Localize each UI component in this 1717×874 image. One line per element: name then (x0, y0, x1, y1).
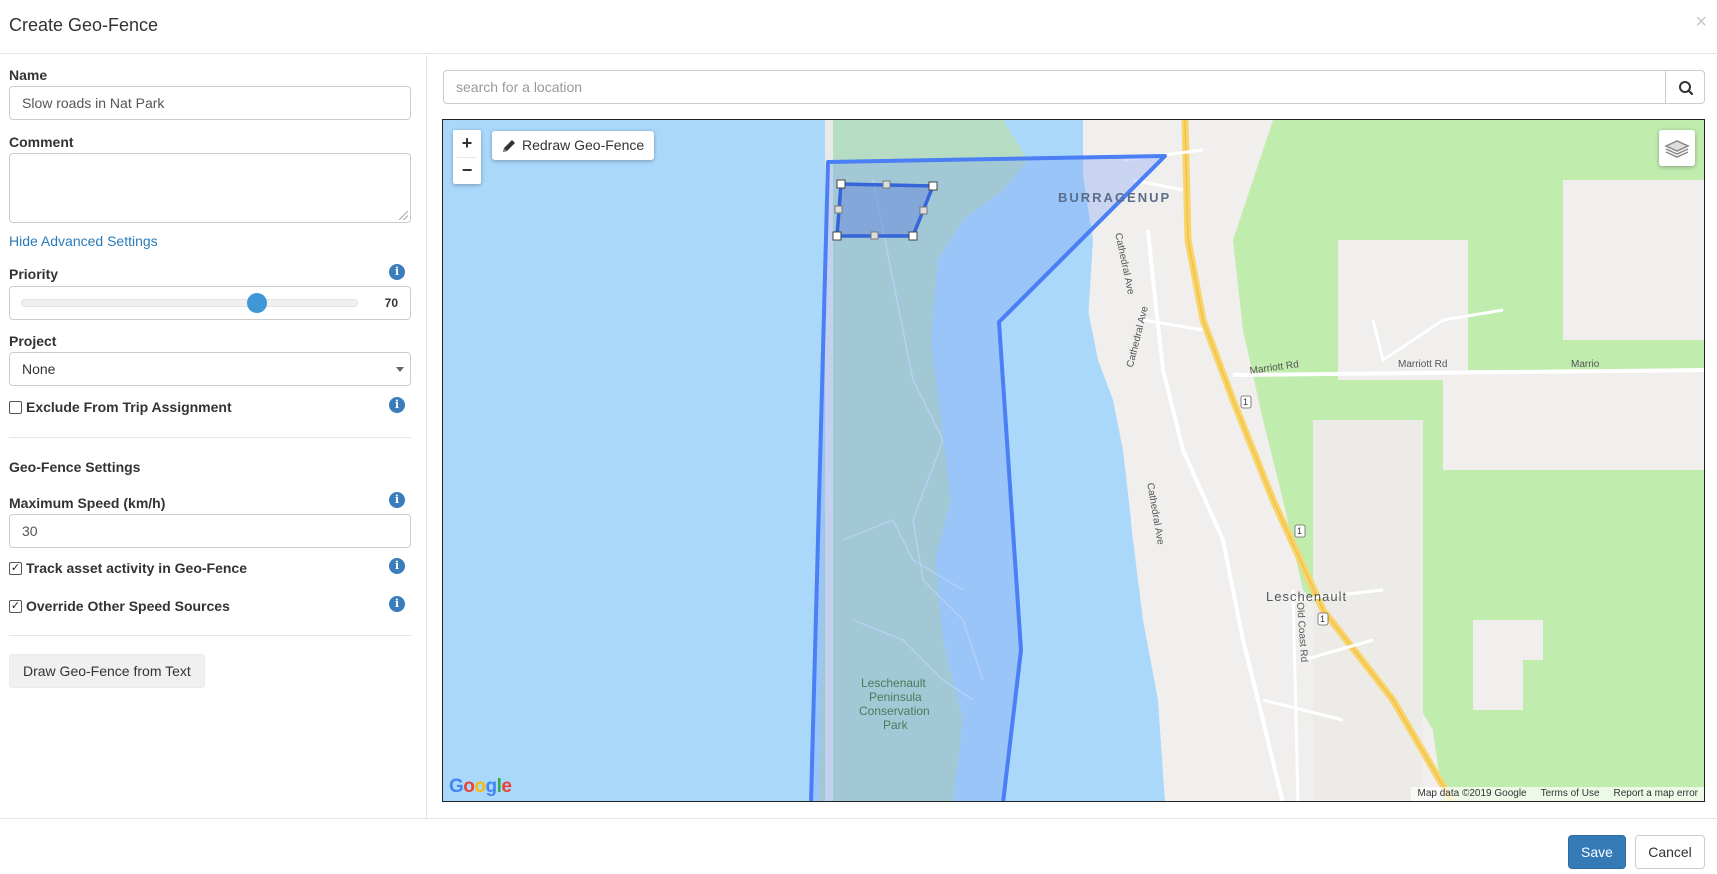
max-speed-input[interactable]: 30 (9, 514, 411, 548)
track-activity-checkbox[interactable]: ✓ (9, 562, 22, 575)
draw-from-text-button[interactable]: Draw Geo-Fence from Text (9, 654, 205, 688)
map-layers-button[interactable] (1659, 130, 1695, 166)
map-data-text: Map data ©2019 Google (1417, 788, 1527, 799)
save-button[interactable]: Save (1568, 835, 1626, 869)
max-speed-info-icon[interactable]: i (389, 492, 405, 508)
project-select[interactable]: None (9, 352, 411, 386)
close-icon[interactable]: × (1695, 12, 1707, 32)
map-attribution: Map data ©2019 Google Terms of Use Repor… (1411, 787, 1704, 801)
redraw-geofence-label: Redraw Geo-Fence (522, 137, 645, 153)
exclude-trip-checkbox[interactable] (9, 401, 22, 414)
comment-textarea[interactable] (9, 153, 411, 223)
track-activity-label: Track asset activity in Geo-Fence (26, 560, 247, 576)
override-speed-label: Override Other Speed Sources (26, 598, 230, 614)
pencil-icon (503, 140, 515, 152)
override-info-icon[interactable]: i (389, 596, 405, 612)
map-label-park-2: Peninsula (869, 690, 922, 704)
map-canvas[interactable]: BURRAGENUP Leschenault Leschenault Penin… (442, 119, 1705, 802)
priority-slider: 70 (9, 286, 411, 320)
priority-info-icon[interactable]: i (389, 264, 405, 280)
name-label: Name (9, 67, 48, 83)
google-logo: Google (449, 776, 512, 797)
redraw-geofence-button[interactable]: Redraw Geo-Fence (492, 131, 655, 160)
layers-icon (1664, 140, 1690, 158)
caret-down-icon (396, 367, 404, 372)
map-label-marriott-3: Marrio (1571, 359, 1600, 370)
slider-handle[interactable] (246, 293, 267, 313)
route-shield-1: 1 (1243, 397, 1249, 407)
location-search-input[interactable]: search for a location (443, 70, 1666, 104)
zoom-in-button[interactable]: + (453, 130, 481, 157)
divider (9, 437, 411, 438)
hide-advanced-settings-link[interactable]: Hide Advanced Settings (9, 233, 158, 249)
map-label-park-1: Leschenault (861, 676, 926, 690)
priority-value: 70 (384, 296, 398, 310)
dialog-header: Create Geo-Fence × (0, 0, 1717, 54)
route-shield-3: 1 (1320, 614, 1326, 624)
project-label: Project (9, 333, 57, 349)
project-selected-value: None (22, 361, 56, 377)
exclude-info-icon[interactable]: i (389, 397, 405, 413)
zoom-controls: + − (453, 130, 481, 184)
divider (9, 635, 411, 636)
settings-panel: Name Slow roads in Nat Park Comment Hide… (0, 55, 427, 818)
max-speed-label: Maximum Speed (km/h) (9, 495, 166, 511)
route-shield-2: 1 (1297, 526, 1303, 536)
comment-label: Comment (9, 134, 74, 150)
dialog-footer: Save Cancel (0, 818, 1717, 874)
exclude-trip-label: Exclude From Trip Assignment (26, 399, 232, 415)
map-base (443, 120, 1704, 801)
cancel-button[interactable]: Cancel (1635, 835, 1705, 869)
map-label-leschenault: Leschenault (1266, 589, 1348, 604)
location-search: search for a location (443, 70, 1705, 104)
map-label-park-3: Conservation (859, 704, 930, 718)
priority-label: Priority (9, 266, 59, 282)
geofence-settings-heading: Geo-Fence Settings (9, 459, 141, 475)
map-label-park-4: Park (883, 718, 908, 732)
map-label-burragenup: BURRAGENUP (1058, 190, 1172, 205)
track-info-icon[interactable]: i (389, 558, 405, 574)
report-error-link[interactable]: Report a map error (1614, 787, 1698, 801)
search-button[interactable] (1665, 70, 1705, 104)
override-speed-checkbox[interactable]: ✓ (9, 600, 22, 613)
name-input[interactable]: Slow roads in Nat Park (9, 86, 411, 120)
slider-track[interactable] (21, 299, 358, 307)
terms-of-use-link[interactable]: Terms of Use (1541, 787, 1600, 801)
dialog-title: Create Geo-Fence (9, 15, 159, 35)
search-icon (1679, 81, 1694, 96)
zoom-out-button[interactable]: − (453, 157, 481, 184)
resize-grip-icon[interactable] (399, 211, 408, 220)
map-label-marriott-2: Marriott Rd (1398, 359, 1448, 370)
